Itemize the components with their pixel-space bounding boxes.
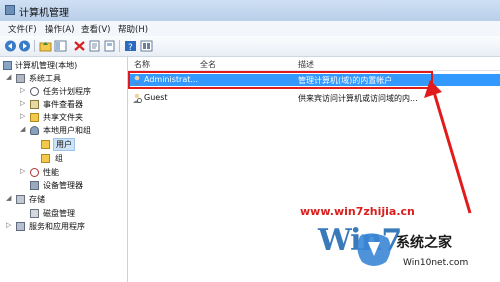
performance-icon xyxy=(30,168,39,177)
user-disabled-icon xyxy=(133,93,142,103)
menu-file[interactable]: 文件(F) xyxy=(8,23,37,35)
column-header-fullname[interactable]: 全名 xyxy=(200,59,216,70)
menu-action[interactable]: 操作(A) xyxy=(45,23,74,35)
menu-view[interactable]: 查看(V) xyxy=(81,23,110,35)
window-title: 计算机管理 xyxy=(19,8,69,19)
user-name: Guest xyxy=(144,93,168,102)
svg-text:?: ? xyxy=(128,43,133,52)
list-header: 名称 全名 描述 xyxy=(128,57,500,71)
collapse-arrow-icon[interactable]: ▷ xyxy=(20,86,28,94)
tools-icon xyxy=(16,74,25,83)
annotation-arrow-icon xyxy=(424,80,472,214)
shared-folder-icon xyxy=(30,113,39,122)
column-header-description[interactable]: 描述 xyxy=(298,59,314,70)
toolbar-separator xyxy=(119,40,120,52)
folder-icon xyxy=(41,140,50,149)
navigation-tree: 计算机管理(本地) ◢ 系统工具 ▷ 任务计划程序 ▷ 事件查看器 ▷ 共享文件… xyxy=(0,57,128,282)
watermark-site-name: 系统之家 xyxy=(396,235,452,251)
collapse-arrow-icon[interactable]: ▷ xyxy=(20,99,28,107)
properties-icon[interactable] xyxy=(88,40,101,52)
back-arrow-icon[interactable] xyxy=(4,40,17,52)
device-manager-icon xyxy=(30,181,39,190)
expand-arrow-icon[interactable]: ◢ xyxy=(6,194,14,202)
computer-management-icon xyxy=(5,5,15,15)
toolbar: ? xyxy=(0,36,500,57)
toolbar-separator xyxy=(34,40,35,52)
disk-icon xyxy=(30,209,39,218)
watermark-url: www.win7zhijia.cn xyxy=(300,205,415,218)
user-description: 管理计算机(域)的内置帐户 xyxy=(298,76,393,85)
menu-help[interactable]: 帮助(H) xyxy=(118,23,148,35)
export-list-icon[interactable] xyxy=(103,40,116,52)
user-name: Administrat... xyxy=(144,75,198,84)
users-group-icon xyxy=(30,126,39,135)
services-icon xyxy=(16,222,25,231)
forward-arrow-icon[interactable] xyxy=(18,40,31,52)
folder-up-icon[interactable] xyxy=(39,40,52,52)
user-icon xyxy=(133,75,141,85)
expand-arrow-icon[interactable]: ◢ xyxy=(20,125,28,133)
clock-icon xyxy=(30,87,39,96)
delete-icon[interactable] xyxy=(73,40,86,52)
collapse-arrow-icon[interactable]: ▷ xyxy=(20,112,28,120)
column-header-name[interactable]: 名称 xyxy=(134,59,150,70)
title-bar: 计算机管理 xyxy=(0,0,500,22)
view-icon[interactable] xyxy=(140,40,153,52)
watermark-url-2: Win10net.com xyxy=(403,258,469,268)
watermark-logo-icon xyxy=(357,233,391,266)
menu-bar: 文件(F) 操作(A) 查看(V) 帮助(H) xyxy=(0,21,500,37)
computer-icon xyxy=(3,61,12,70)
folder-icon xyxy=(41,154,50,163)
storage-icon xyxy=(16,195,25,204)
event-log-icon xyxy=(30,100,39,109)
collapse-arrow-icon[interactable]: ▷ xyxy=(6,221,14,229)
expand-arrow-icon[interactable]: ◢ xyxy=(6,73,14,81)
show-hide-tree-icon[interactable] xyxy=(54,40,67,52)
help-icon[interactable]: ? xyxy=(124,40,137,52)
user-description: 供来宾访问计算机或访问域的内... xyxy=(298,94,418,103)
collapse-arrow-icon[interactable]: ▷ xyxy=(20,167,28,175)
